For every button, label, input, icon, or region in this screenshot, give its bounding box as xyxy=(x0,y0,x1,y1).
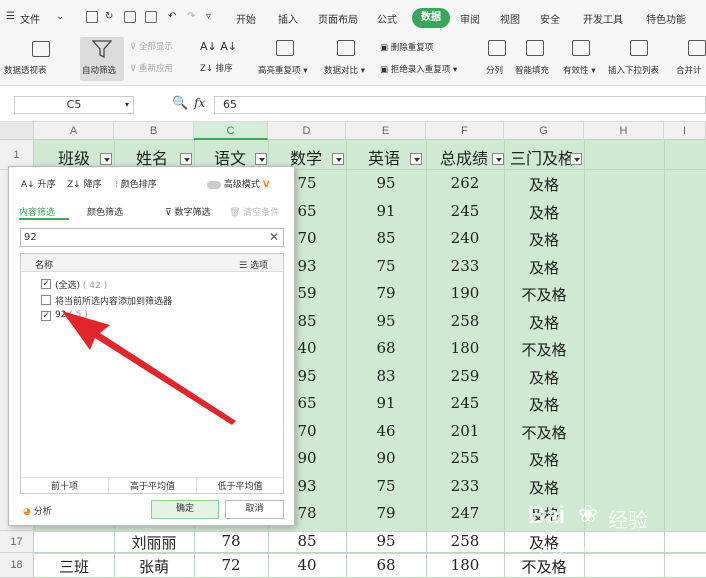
watermark-url: jingyan.baidu.com xyxy=(540,544,633,555)
annotation-arrow xyxy=(62,311,236,425)
baidu-watermark: Bai ❀ 经验 jingyan.baidu.com xyxy=(528,500,678,560)
paw-icon: ❀ xyxy=(578,500,599,528)
watermark-brand: Bai xyxy=(528,502,566,529)
watermark-brand-2: 经验 xyxy=(608,508,648,532)
